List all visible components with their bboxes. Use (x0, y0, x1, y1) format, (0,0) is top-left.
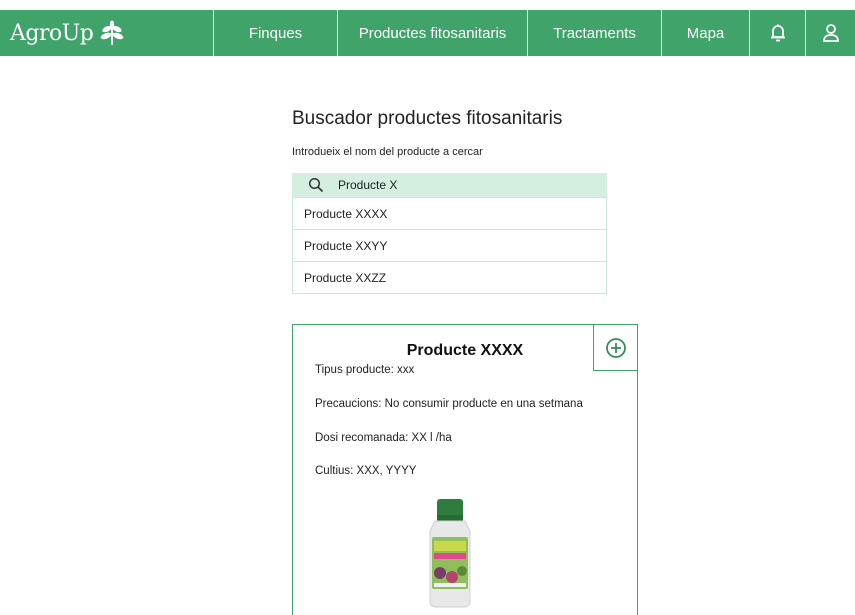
search-icon (308, 177, 324, 193)
search-input[interactable]: Producte X (292, 173, 607, 197)
user-icon (822, 24, 839, 42)
page-title: Buscador productes fitosanitaris (292, 108, 563, 129)
result-item[interactable]: Producte XXYY (293, 229, 606, 261)
search-results-list: Producte XXXX Producte XXYY Producte XXZ… (292, 197, 607, 294)
result-item[interactable]: Producte XXZZ (293, 261, 606, 293)
user-profile-button[interactable] (805, 10, 855, 56)
notifications-button[interactable] (749, 10, 805, 56)
bell-icon (770, 24, 785, 42)
nav-item-productes-fitosanitaris[interactable]: Productes fitosanitaris (337, 10, 527, 56)
leaf-icon (101, 20, 124, 45)
add-product-button[interactable] (593, 324, 638, 371)
nav-item-finques[interactable]: Finques (213, 10, 337, 56)
brand-logo[interactable]: AgroUp (0, 10, 213, 56)
product-dose: Dosi recomanada: XX l /ha (315, 432, 452, 444)
product-card: Producte XXXX Tipus producte: xxx Precau… (292, 324, 638, 615)
product-precautions: Precaucions: No consumir producte en una… (315, 398, 583, 410)
plus-circle-icon (605, 337, 626, 358)
nav-item-tractaments[interactable]: Tractaments (527, 10, 661, 56)
product-bottle-image (429, 499, 471, 608)
product-crops: Cultius: XXX, YYYY (315, 465, 417, 477)
page-subtitle: Introdueix el nom del producte a cercar (292, 146, 483, 158)
product-type: Tipus producte: xxx (315, 364, 415, 376)
nav-item-mapa[interactable]: Mapa (661, 10, 749, 56)
product-name: Producte XXXX (406, 342, 524, 359)
search-value: Producte X (338, 178, 398, 192)
top-navbar: AgroUp Finques Productes fitosanitaris T… (0, 10, 855, 56)
brand-name: AgroUp (10, 20, 94, 46)
result-item[interactable]: Producte XXXX (293, 197, 606, 229)
